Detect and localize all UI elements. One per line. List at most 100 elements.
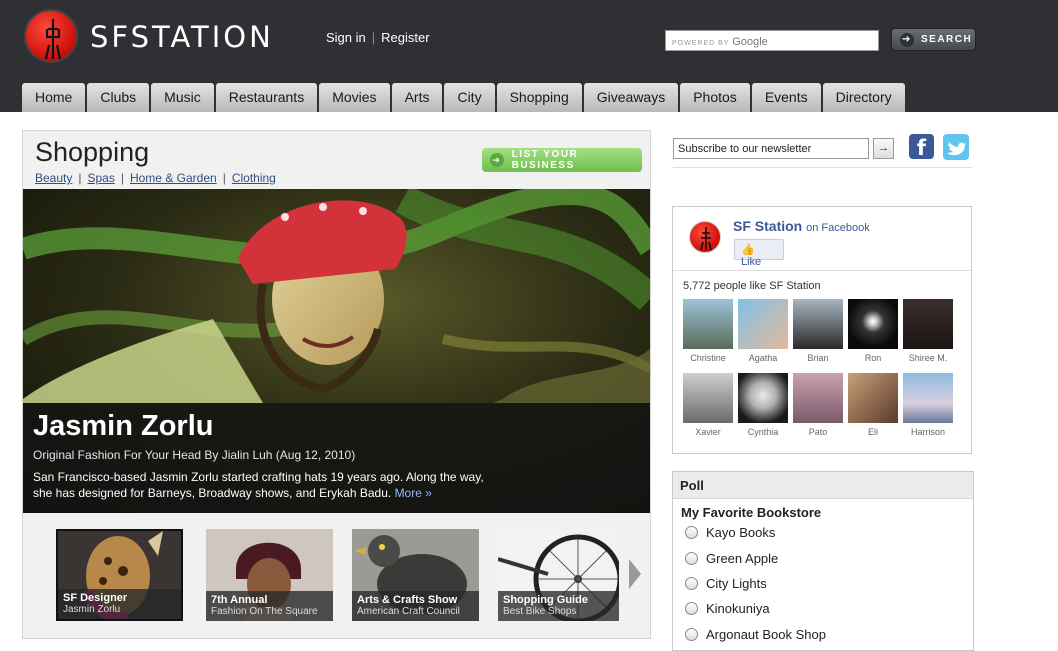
facebook-like-button[interactable]: 👍 Like — [734, 239, 784, 268]
google-brand-label: Google — [732, 36, 768, 48]
poll-option-label[interactable]: Kayo Books — [706, 525, 775, 540]
radio-button[interactable] — [685, 577, 698, 590]
face-ron[interactable]: Ron — [848, 299, 898, 363]
face-harrison[interactable]: Harrison — [903, 373, 953, 437]
sign-in-link[interactable]: Sign in — [326, 30, 366, 45]
nav-item-clubs[interactable]: Clubs — [87, 83, 150, 112]
poll-option-label[interactable]: Green Apple — [706, 551, 778, 566]
facebook-like-box: SF Station on Facebook 👍 Like 5,772 peop… — [672, 206, 972, 454]
thumbnail-arts-crafts[interactable]: Arts & Crafts Show American Craft Council — [352, 529, 479, 621]
like-label: Like — [741, 256, 762, 268]
subnav-beauty[interactable]: Beauty — [35, 171, 72, 185]
nav-item-city[interactable]: City — [444, 83, 495, 112]
thumbnail-subtitle: Best Bike Shops — [503, 606, 577, 617]
site-logo-text[interactable]: SFSTATION — [90, 20, 274, 54]
newsletter-email-field[interactable]: Subscribe to our newsletter — [673, 138, 869, 159]
newsletter-submit-button[interactable]: → — [873, 138, 894, 159]
subnav-spas[interactable]: Spas — [87, 171, 114, 185]
poll-option-label[interactable]: City Lights — [706, 576, 767, 591]
face-avatar — [683, 373, 733, 423]
search-input[interactable]: POWERED BY Google — [665, 30, 879, 51]
face-name: Xavier — [695, 427, 721, 437]
nav-item-arts[interactable]: Arts — [391, 83, 443, 112]
face-name: Agatha — [748, 353, 778, 363]
face-name: Shiree M. — [908, 353, 948, 363]
subnav-separator: | — [120, 171, 124, 185]
face-brian[interactable]: Brian — [793, 299, 843, 363]
search-placeholder: POWERED BY Google — [672, 36, 768, 48]
sf-station-avatar[interactable] — [689, 221, 721, 253]
face-pato[interactable]: Pato — [793, 373, 843, 437]
face-name: Pato — [808, 427, 828, 437]
poll-option-kayo-books[interactable]: Kayo Books — [685, 525, 775, 540]
nav-item-giveaways[interactable]: Giveaways — [583, 83, 679, 112]
nav-item-events[interactable]: Events — [751, 83, 821, 112]
sidebar-divider — [673, 167, 972, 168]
face-xavier[interactable]: Xavier — [683, 373, 733, 437]
thumbnail-7th-annual[interactable]: 7th Annual Fashion On The Square — [206, 529, 333, 621]
face-christine[interactable]: Christine — [683, 299, 733, 363]
thumbnail-shopping-guide[interactable]: Shopping Guide Best Bike Shops — [498, 529, 619, 621]
thumbnail-title: Shopping Guide — [503, 594, 588, 606]
face-eli[interactable]: Eli — [848, 373, 898, 437]
powered-by-label: POWERED BY — [672, 40, 730, 47]
poll-option-city-lights[interactable]: City Lights — [685, 576, 767, 591]
face-avatar — [848, 373, 898, 423]
list-business-label: LIST YOUR BUSINESS — [511, 149, 579, 171]
nav-item-music[interactable]: Music — [151, 83, 214, 112]
poll-option-label[interactable]: Argonaut Book Shop — [706, 627, 826, 642]
nav-item-restaurants[interactable]: Restaurants — [215, 83, 318, 112]
face-cynthia[interactable]: Cynthia — [738, 373, 788, 437]
next-thumbnails-arrow-icon[interactable] — [629, 559, 641, 589]
face-agatha[interactable]: Agatha — [738, 299, 788, 363]
facebook-page-name[interactable]: SF Station on Facebook — [733, 218, 870, 234]
subnav-home-garden[interactable]: Home & Garden — [130, 171, 217, 185]
face-name: Brian — [807, 353, 829, 363]
twitter-icon[interactable] — [943, 134, 969, 160]
thumbnail-subtitle: Fashion On The Square — [211, 606, 318, 617]
thumbnail-subtitle: Jasmin Zorlu — [63, 604, 121, 615]
face-avatar — [903, 299, 953, 349]
thumbnail-caption: SF Designer Jasmin Zorlu — [58, 589, 181, 619]
thumbnail-title: 7th Annual — [211, 594, 268, 606]
nav-item-photos[interactable]: Photos — [680, 83, 750, 112]
arrow-right-icon: ➔ — [490, 153, 504, 167]
radio-button[interactable] — [685, 602, 698, 615]
featured-story[interactable]: Jasmin Zorlu Original Fashion For Your H… — [23, 189, 650, 513]
radio-button[interactable] — [685, 552, 698, 565]
shopping-feature-panel: Shopping Beauty | Spas | Home & Garden | Cloth… — [22, 130, 651, 639]
featured-title[interactable]: Jasmin Zorlu — [33, 410, 214, 443]
poll-option-kinokuniya[interactable]: Kinokuniya — [685, 601, 770, 616]
face-avatar — [738, 373, 788, 423]
register-link[interactable]: Register — [381, 30, 429, 45]
featured-description: San Francisco-based Jasmin Zorlu started… — [33, 469, 503, 501]
poll-question: My Favorite Bookstore — [681, 505, 822, 520]
face-avatar — [738, 299, 788, 349]
list-your-business-button[interactable]: ➔ LIST YOUR BUSINESS — [482, 148, 642, 172]
thumbnail-sf-designer[interactable]: SF Designer Jasmin Zorlu — [56, 529, 183, 621]
search-button-label: SEARCH — [921, 34, 973, 45]
subnav-clothing[interactable]: Clothing — [232, 171, 276, 185]
more-link[interactable]: More » — [395, 486, 432, 500]
nav-item-directory[interactable]: Directory — [822, 83, 905, 112]
arrow-right-icon: ➔ — [900, 32, 914, 47]
nav-item-movies[interactable]: Movies — [319, 83, 390, 112]
poll-option-argonaut-book-shop[interactable]: Argonaut Book Shop — [685, 627, 826, 642]
poll-widget: Poll My Favorite Bookstore Kayo Books Gr… — [672, 471, 974, 651]
sutro-tower-logo-icon[interactable] — [24, 9, 78, 63]
main-nav: Home Clubs Music Restaurants Movies Arts… — [22, 83, 907, 112]
thumbnail-title: Arts & Crafts Show — [357, 594, 458, 606]
radio-button[interactable] — [685, 628, 698, 641]
page-name-text[interactable]: SF Station — [733, 218, 802, 234]
nav-item-home[interactable]: Home — [22, 83, 86, 112]
poll-option-label[interactable]: Kinokuniya — [706, 601, 770, 616]
face-shiree-m[interactable]: Shiree M. — [903, 299, 953, 363]
face-name: Ron — [864, 353, 882, 363]
facebook-icon[interactable]: f — [909, 134, 934, 160]
subnav-separator: | — [78, 171, 82, 185]
nav-item-shopping[interactable]: Shopping — [496, 83, 582, 112]
face-name: Christine — [690, 353, 726, 363]
search-button[interactable]: ➔ SEARCH — [891, 28, 976, 51]
radio-button[interactable] — [685, 526, 698, 539]
poll-option-green-apple[interactable]: Green Apple — [685, 551, 778, 566]
